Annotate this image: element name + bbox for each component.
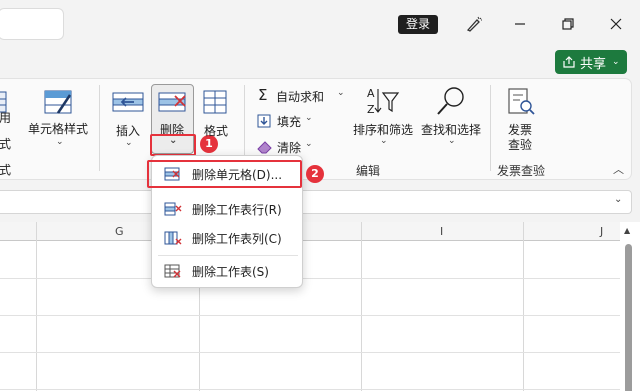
svg-text:A: A <box>367 87 375 100</box>
grid-line <box>0 352 620 353</box>
format-cells-icon <box>203 90 227 114</box>
restore-icon[interactable] <box>556 12 580 36</box>
grid-line <box>0 315 620 316</box>
cell-styles-label: 单元格样式 <box>28 122 89 136</box>
eraser-icon <box>257 141 272 154</box>
group-label-invoice: 发票查验 <box>497 164 546 178</box>
ribbon-label-cut-3: 式 <box>0 163 12 177</box>
grid-line <box>0 389 620 390</box>
delete-cells-icon <box>158 92 186 112</box>
grid-line <box>0 278 620 279</box>
scrollbar-thumb[interactable] <box>625 244 632 391</box>
divider <box>490 85 491 171</box>
minimize-icon[interactable] <box>508 12 532 36</box>
column-header-j[interactable]: J <box>600 225 603 238</box>
magnifier-icon <box>437 87 464 115</box>
menu-item-label: 删除工作表列(C) <box>192 231 282 246</box>
ribbon-label-cut-1: 用 <box>0 111 12 125</box>
autosum-label: 自动求和 <box>276 90 325 104</box>
cell-styles-icon <box>44 90 72 114</box>
grid-line <box>361 222 362 391</box>
delete-rows-icon <box>164 202 182 216</box>
worksheet-grid[interactable]: G I J ▲ <box>0 222 640 391</box>
chevron-up-icon[interactable]: ︿ <box>613 161 624 177</box>
search-box[interactable] <box>0 8 64 40</box>
chevron-down-icon: ⌄ <box>612 57 620 67</box>
invoice-check-icon <box>508 88 535 115</box>
highlight-box-delete-cells <box>147 160 302 188</box>
grid-line <box>523 222 524 391</box>
insert-cells-icon <box>112 92 144 112</box>
group-label-editing: 编辑 <box>356 164 381 178</box>
chevron-down-icon: ⌄ <box>380 136 388 146</box>
chevron-down-icon: ⌄ <box>337 88 345 98</box>
share-label: 共享 <box>580 56 607 72</box>
column-header-row: G I J <box>0 222 620 241</box>
menu-item-label: 删除工作表(S) <box>192 264 269 279</box>
chevron-down-icon: ⌄ <box>125 138 133 148</box>
sigma-icon: Σ <box>258 86 268 104</box>
grid-line <box>36 222 37 391</box>
delete-dropdown-chevron-icon[interactable]: ⌄ <box>169 135 177 146</box>
format-label: 格式 <box>204 124 229 138</box>
menu-item-label: 删除工作表行(R) <box>192 202 282 217</box>
chevron-down-icon: ⌄ <box>305 113 313 123</box>
menu-item-delete-sheet[interactable]: 删除工作表(S) <box>156 257 300 285</box>
pen-icon[interactable] <box>462 12 486 36</box>
column-header-g[interactable]: G <box>115 225 124 238</box>
column-header-i[interactable]: I <box>440 225 443 238</box>
insert-label: 插入 <box>116 124 141 138</box>
chevron-down-icon: ⌄ <box>56 137 64 147</box>
menu-item-delete-columns[interactable]: 删除工作表列(C) <box>156 224 300 252</box>
chevron-down-icon[interactable]: ⌄ <box>614 194 622 205</box>
invoice-label-2: 查验 <box>508 138 533 152</box>
login-button[interactable]: 登录 <box>398 15 438 34</box>
fill-label: 填充 <box>277 115 302 129</box>
close-icon[interactable] <box>604 12 628 36</box>
ribbon-label-cut-2: 式 <box>0 137 12 151</box>
menu-divider <box>158 255 298 256</box>
step-badge-2: 2 <box>306 165 324 183</box>
vertical-scrollbar[interactable]: ▲ <box>622 226 634 391</box>
share-icon <box>563 56 575 68</box>
fill-down-icon <box>257 114 271 128</box>
chevron-down-icon: ⌄ <box>448 136 456 146</box>
delete-sheet-icon <box>164 264 181 278</box>
divider <box>99 85 100 171</box>
share-button[interactable]: 共享 ⌄ <box>555 50 627 74</box>
formula-bar[interactable]: ⌄ <box>0 190 632 214</box>
svg-text:Z: Z <box>367 103 375 116</box>
sort-filter-icon: AZ <box>367 87 400 116</box>
menu-item-delete-rows[interactable]: 删除工作表行(R) <box>156 195 300 223</box>
chevron-down-icon: ⌄ <box>305 139 313 149</box>
delete-columns-icon <box>164 231 182 245</box>
scroll-up-icon[interactable]: ▲ <box>624 226 630 235</box>
clear-label: 清除 <box>277 141 302 155</box>
